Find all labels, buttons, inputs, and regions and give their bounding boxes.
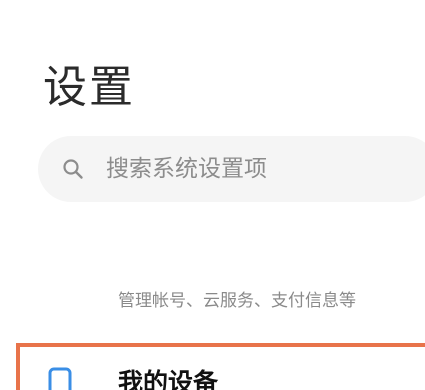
- phone-icon: [48, 367, 72, 390]
- page-title: 设置: [43, 62, 135, 113]
- search-icon: [63, 159, 83, 179]
- search-bar[interactable]: [38, 136, 425, 202]
- search-input[interactable]: [106, 136, 425, 202]
- settings-page: 设置 管理帐号、云服务、支付信息等 我的设备: [0, 0, 425, 390]
- my-device-item[interactable]: 我的设备: [16, 343, 425, 390]
- my-device-label: 我的设备: [118, 368, 219, 390]
- account-subtitle: 管理帐号、云服务、支付信息等: [118, 291, 356, 311]
